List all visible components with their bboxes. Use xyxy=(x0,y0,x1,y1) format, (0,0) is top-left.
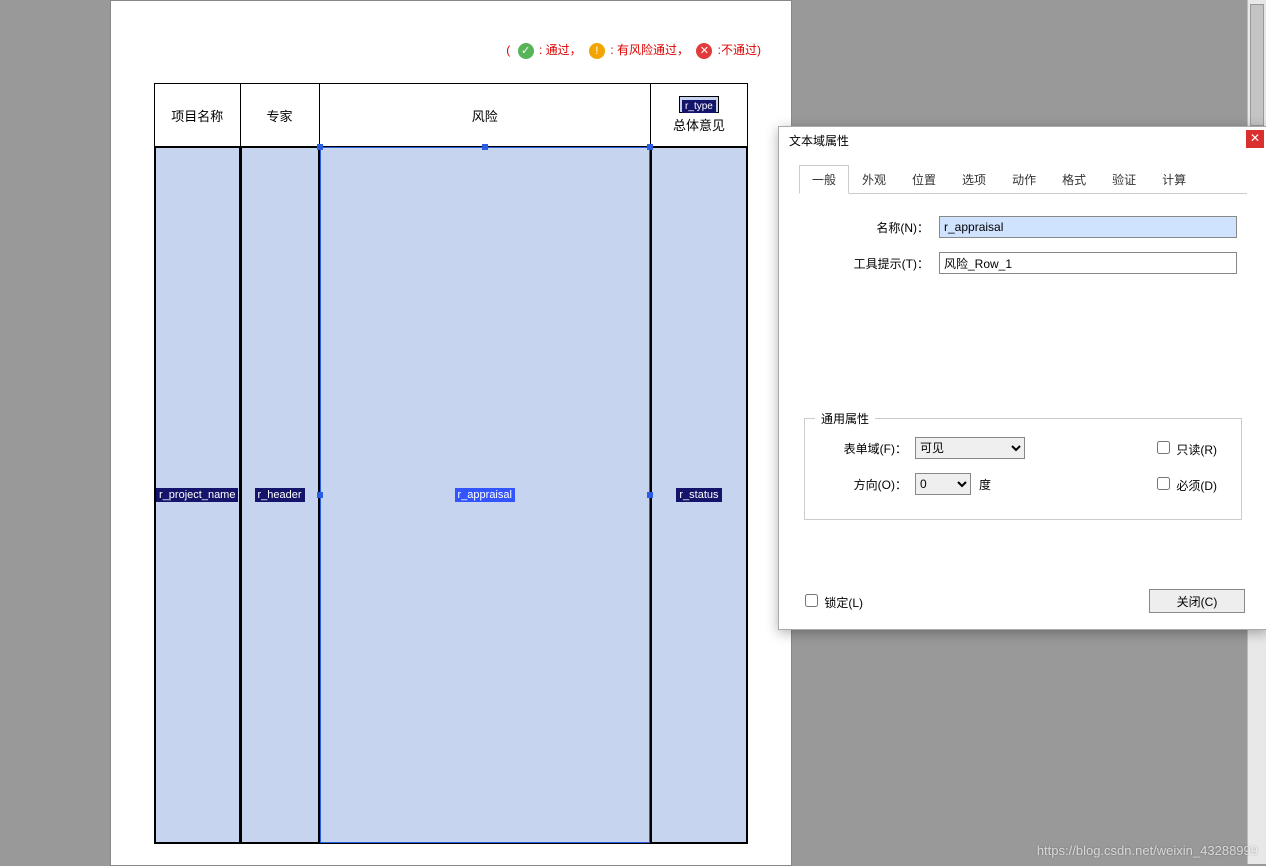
status-legend: ( ✓ : 通过， ! : 有风险通过， ✕ :不通过) xyxy=(261,41,791,61)
close-button[interactable]: 关闭(C) xyxy=(1149,589,1245,613)
dialog-footer: 锁定(L) 关闭(C) xyxy=(779,589,1266,613)
resize-handle-icon[interactable] xyxy=(317,144,323,150)
name-input[interactable] xyxy=(939,216,1237,238)
field-label-appraisal: r_appraisal xyxy=(455,488,515,502)
pass-icon: ✓ xyxy=(518,43,534,59)
field-label-r-type: r_type xyxy=(682,100,716,113)
tooltip-input[interactable] xyxy=(939,252,1237,274)
tab-calculate[interactable]: 计算 xyxy=(1149,165,1199,193)
tab-appearance[interactable]: 外观 xyxy=(849,165,899,193)
tab-body-general: 名称(N)： 工具提示(T)： xyxy=(779,194,1266,298)
field-r-appraisal[interactable]: r_appraisal xyxy=(320,147,650,843)
warn-icon: ! xyxy=(589,43,605,59)
dialog-tabs: 一般 外观 位置 选项 动作 格式 验证 计算 xyxy=(799,165,1247,194)
field-r-type[interactable]: r_type xyxy=(679,96,719,113)
watermark-text: https://blog.csdn.net/weixin_43288999 xyxy=(1037,843,1258,858)
th-opinion: 总体意见 xyxy=(673,115,725,134)
formfield-label: 表单域(F)： xyxy=(821,440,915,457)
resize-handle-icon[interactable] xyxy=(317,492,323,498)
text-field-properties-dialog: 文本域属性 ✕ 一般 外观 位置 选项 动作 格式 验证 计算 名称(N)： 工… xyxy=(778,126,1266,630)
lock-checkbox[interactable]: 锁定(L) xyxy=(801,591,863,611)
resize-handle-icon[interactable] xyxy=(647,144,653,150)
th-project-name: 项目名称 xyxy=(171,109,223,124)
field-label-status: r_status xyxy=(676,488,721,502)
close-icon[interactable]: ✕ xyxy=(1246,130,1264,148)
direction-select[interactable]: 0 xyxy=(915,473,971,495)
required-checkbox[interactable]: 必须(D) xyxy=(1131,474,1225,494)
readonly-checkbox[interactable]: 只读(R) xyxy=(1131,438,1225,458)
resize-handle-icon[interactable] xyxy=(482,144,488,150)
field-label-project-name: r_project_name xyxy=(156,488,238,502)
dialog-title-text: 文本域属性 xyxy=(789,134,849,148)
fail-icon: ✕ xyxy=(696,43,712,59)
th-risk: 风险 xyxy=(472,109,498,124)
name-label: 名称(N)： xyxy=(809,219,939,236)
field-label-header: r_header xyxy=(255,488,305,502)
tab-format[interactable]: 格式 xyxy=(1049,165,1099,193)
resize-handle-icon[interactable] xyxy=(647,492,653,498)
direction-unit: 度 xyxy=(979,476,991,493)
group-title: 通用属性 xyxy=(815,410,875,427)
legend-pass-label: : 通过， xyxy=(539,43,582,57)
tab-position[interactable]: 位置 xyxy=(899,165,949,193)
scrollbar-thumb[interactable] xyxy=(1250,4,1264,126)
tab-options[interactable]: 选项 xyxy=(949,165,999,193)
tab-validate[interactable]: 验证 xyxy=(1099,165,1149,193)
legend-open: ( xyxy=(506,43,510,57)
tooltip-label: 工具提示(T)： xyxy=(809,255,939,272)
field-r-header[interactable]: r_header xyxy=(241,147,319,843)
tab-actions[interactable]: 动作 xyxy=(999,165,1049,193)
common-properties-group: 通用属性 表单域(F)： 可见 只读(R) 方向(O)： 0 度 必须(D) xyxy=(804,418,1242,520)
direction-label: 方向(O)： xyxy=(821,476,915,493)
legend-warn-label: : 有风险通过， xyxy=(610,43,689,57)
pdf-page: ( ✓ : 通过， ! : 有风险通过， ✕ :不通过) 项目名称 专家 风险 … xyxy=(110,0,792,866)
field-r-project-name[interactable]: r_project_name xyxy=(155,147,240,843)
field-r-status[interactable]: r_status xyxy=(651,147,747,843)
workspace: ( ✓ : 通过， ! : 有风险通过， ✕ :不通过) 项目名称 专家 风险 … xyxy=(0,0,1266,864)
th-expert: 专家 xyxy=(267,109,293,124)
legend-fail-label: :不通过) xyxy=(718,43,761,57)
formfield-select[interactable]: 可见 xyxy=(915,437,1025,459)
tab-general[interactable]: 一般 xyxy=(799,165,849,194)
form-table: 项目名称 专家 风险 r_type 总体意见 r_project_name xyxy=(154,83,748,844)
dialog-title[interactable]: 文本域属性 ✕ xyxy=(779,127,1266,155)
